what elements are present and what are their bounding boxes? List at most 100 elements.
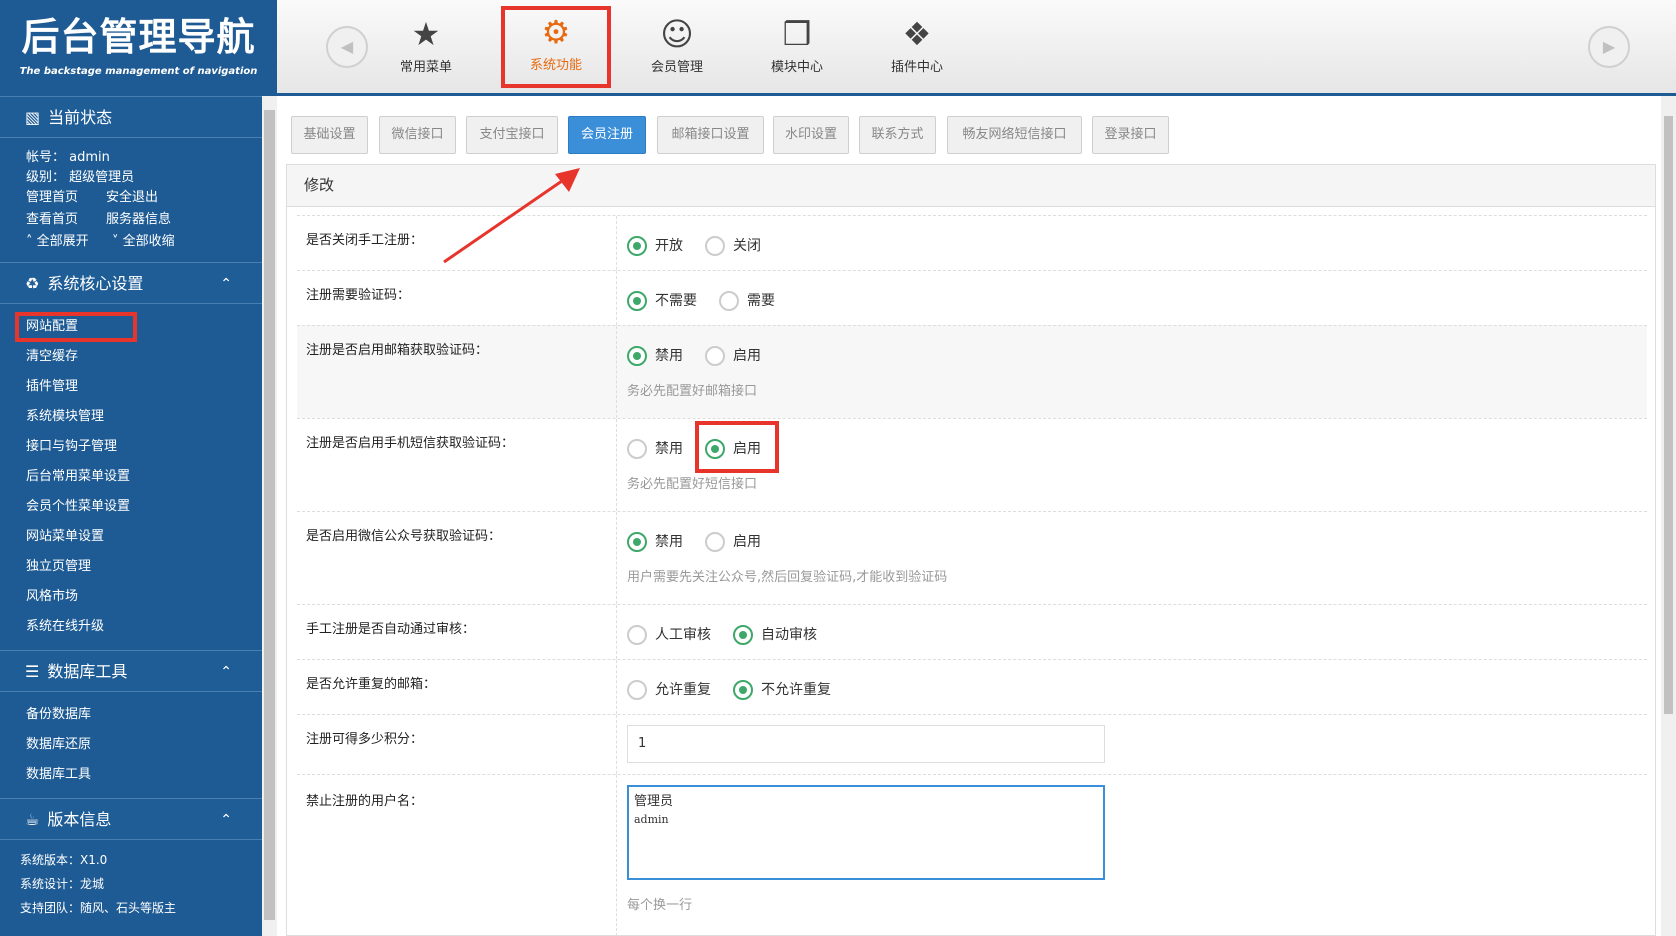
sidebar-item-pages[interactable]: 独立页管理	[0, 552, 262, 582]
topnav-label: 插件中心	[890, 60, 943, 75]
topnav-item-members[interactable]: ☺ 会员管理	[622, 12, 732, 90]
sidebar-item-clear-cache[interactable]: 清空缓存	[0, 342, 262, 372]
banned-hint: 每个换一行	[627, 898, 693, 913]
sidebar-item-restore[interactable]: 数据库还原	[0, 730, 262, 760]
sidebar-item-admin-menu[interactable]: 后台常用菜单设置	[0, 462, 262, 492]
nav-prev-button[interactable]: ◀	[326, 26, 368, 68]
radio-dot	[733, 680, 753, 700]
radio-dot	[627, 346, 647, 366]
chevron-up-icon[interactable]: ⌃	[220, 651, 232, 693]
user-icon: ☺	[660, 15, 694, 53]
chevron-up-icon[interactable]: ⌃	[220, 263, 232, 305]
radio-label: 需要	[747, 293, 775, 309]
sidebar: ▧ 当前状态 帐号： admin 级别： 超级管理员 管理首页 安全退出 查看首页服…	[0, 96, 262, 936]
settings-panel: 修改 是否关闭手工注册： 开放 关闭 注册需要验证码： 不需要 需要 注册是否启…	[286, 164, 1656, 936]
status-info: 帐号： admin 级别： 超级管理员 管理首页 安全退出 查看首页 服务器信息 ˄…	[0, 138, 262, 252]
radio-open[interactable]: 开放	[627, 236, 683, 256]
section-title: 当前状态	[48, 108, 113, 127]
highlight-box	[695, 421, 779, 473]
sidebar-section-core[interactable]: ♻ 系统核心设置 ⌃	[0, 262, 262, 304]
tab-watermark[interactable]: 水印设置	[773, 116, 849, 154]
tab-sms[interactable]: 畅友网络短信接口	[947, 116, 1082, 154]
collapse-all-button[interactable]: ˅ 全部收缩	[112, 232, 175, 252]
row-label: 注册可得多少积分：	[306, 732, 424, 747]
sidebar-section-status[interactable]: ▧ 当前状态	[0, 96, 262, 138]
tab-alipay[interactable]: 支付宝接口	[466, 116, 558, 154]
radio-need[interactable]: 需要	[719, 291, 775, 311]
form-row-dup-email: 是否允许重复的邮箱： 允许重复 不允许重复	[297, 659, 1647, 714]
brand-logo[interactable]: 后台管理导航 The backstage management of navig…	[0, 0, 277, 96]
scrollbar-thumb[interactable]	[264, 110, 275, 920]
nav-next-button[interactable]: ▶	[1588, 26, 1630, 68]
points-input[interactable]: 1	[627, 725, 1105, 763]
sidebar-item-site-menu[interactable]: 网站菜单设置	[0, 522, 262, 552]
link-logout[interactable]: 安全退出	[106, 188, 158, 208]
main-scrollbar[interactable]	[1661, 96, 1676, 936]
form-row-captcha: 注册需要验证码： 不需要 需要	[297, 270, 1647, 325]
row-divider	[616, 775, 617, 936]
radio-manual-review[interactable]: 人工审核	[627, 625, 711, 645]
banned-names-textarea[interactable]: 管理员 admin	[627, 785, 1105, 880]
radio-dot	[627, 625, 647, 645]
scrollbar-thumb[interactable]	[1664, 116, 1673, 714]
row-divider	[616, 271, 617, 325]
row-label: 是否启用微信公众号获取验证码：	[306, 529, 502, 544]
sidebar-section-version[interactable]: ☕ 版本信息 ⌃	[0, 798, 262, 840]
form-row-email-captcha: 注册是否启用邮箱获取验证码： 禁用 启用 务必先配置好邮箱接口	[297, 325, 1647, 418]
topnav-item-system[interactable]: ⚙ 系统功能	[501, 6, 611, 88]
radio-email-disable[interactable]: 禁用	[627, 346, 683, 366]
star-icon: ★	[411, 15, 441, 53]
textarea-line: 管理员	[634, 794, 674, 809]
form-row-manual-register: 是否关闭手工注册： 开放 关闭	[297, 215, 1647, 270]
radio-dot	[627, 532, 647, 552]
radio-not-need[interactable]: 不需要	[627, 291, 697, 311]
link-admin-home[interactable]: 管理首页	[26, 188, 106, 208]
tab-email[interactable]: 邮箱接口设置	[657, 116, 764, 154]
radio-close[interactable]: 关闭	[705, 236, 761, 256]
account-label: 帐号：	[26, 150, 66, 165]
sidebar-item-style-market[interactable]: 风格市场	[0, 582, 262, 612]
radio-label: 禁用	[655, 441, 683, 457]
topnav-label: 模块中心	[770, 60, 823, 75]
topnav-label: 会员管理	[650, 60, 703, 75]
chevron-left-icon: ◀	[340, 37, 354, 56]
sidebar-item-member-menu[interactable]: 会员个性菜单设置	[0, 492, 262, 522]
radio-dot	[705, 346, 725, 366]
form-row-points: 注册可得多少积分： 1	[297, 714, 1647, 774]
tab-member-register[interactable]: 会员注册	[568, 116, 646, 154]
radio-dot	[627, 439, 647, 459]
radio-email-enable[interactable]: 启用	[705, 346, 761, 366]
sidebar-item-site-config[interactable]: 网站配置	[15, 312, 137, 342]
sidebar-item-db-tools[interactable]: 数据库工具	[0, 760, 262, 790]
expand-all-button[interactable]: ˄ 全部展开	[26, 232, 112, 252]
radio-wechat-disable[interactable]: 禁用	[627, 532, 683, 552]
link-view-home[interactable]: 查看首页	[26, 210, 106, 230]
sidebar-scrollbar[interactable]	[262, 96, 277, 936]
topnav-item-plugins[interactable]: ❖ 插件中心	[862, 12, 972, 90]
chevron-up-icon[interactable]: ⌃	[220, 799, 232, 841]
radio-allow-dup[interactable]: 允许重复	[627, 680, 711, 700]
database-icon: ☰	[25, 662, 40, 681]
main-content: 基础设置 微信接口 支付宝接口 会员注册 邮箱接口设置 水印设置 联系方式 畅友…	[277, 96, 1661, 936]
tab-wechat[interactable]: 微信接口	[379, 116, 456, 154]
sidebar-item-hooks[interactable]: 接口与钩子管理	[0, 432, 262, 462]
radio-auto-review[interactable]: 自动审核	[733, 625, 817, 645]
link-server-info[interactable]: 服务器信息	[106, 210, 171, 230]
row-divider	[616, 512, 617, 604]
sidebar-item-backup[interactable]: 备份数据库	[0, 700, 262, 730]
topnav-item-modules[interactable]: ❒ 模块中心	[742, 12, 852, 90]
topnav-item-common-menu[interactable]: ★ 常用菜单	[371, 12, 481, 90]
radio-sms-disable[interactable]: 禁用	[627, 439, 683, 459]
radio-label: 启用	[733, 534, 761, 550]
sidebar-item-module-mgmt[interactable]: 系统模块管理	[0, 402, 262, 432]
row-label: 注册是否启用手机短信获取验证码：	[306, 436, 515, 451]
tab-contact[interactable]: 联系方式	[859, 116, 936, 154]
tab-login[interactable]: 登录接口	[1092, 116, 1169, 154]
radio-wechat-enable[interactable]: 启用	[705, 532, 761, 552]
section-title: 版本信息	[47, 810, 112, 829]
sidebar-item-upgrade[interactable]: 系统在线升级	[0, 612, 262, 642]
tab-basic[interactable]: 基础设置	[291, 116, 368, 154]
sidebar-section-db[interactable]: ☰ 数据库工具 ⌃	[0, 650, 262, 692]
sidebar-item-plugin-mgmt[interactable]: 插件管理	[0, 372, 262, 402]
radio-deny-dup[interactable]: 不允许重复	[733, 680, 831, 700]
